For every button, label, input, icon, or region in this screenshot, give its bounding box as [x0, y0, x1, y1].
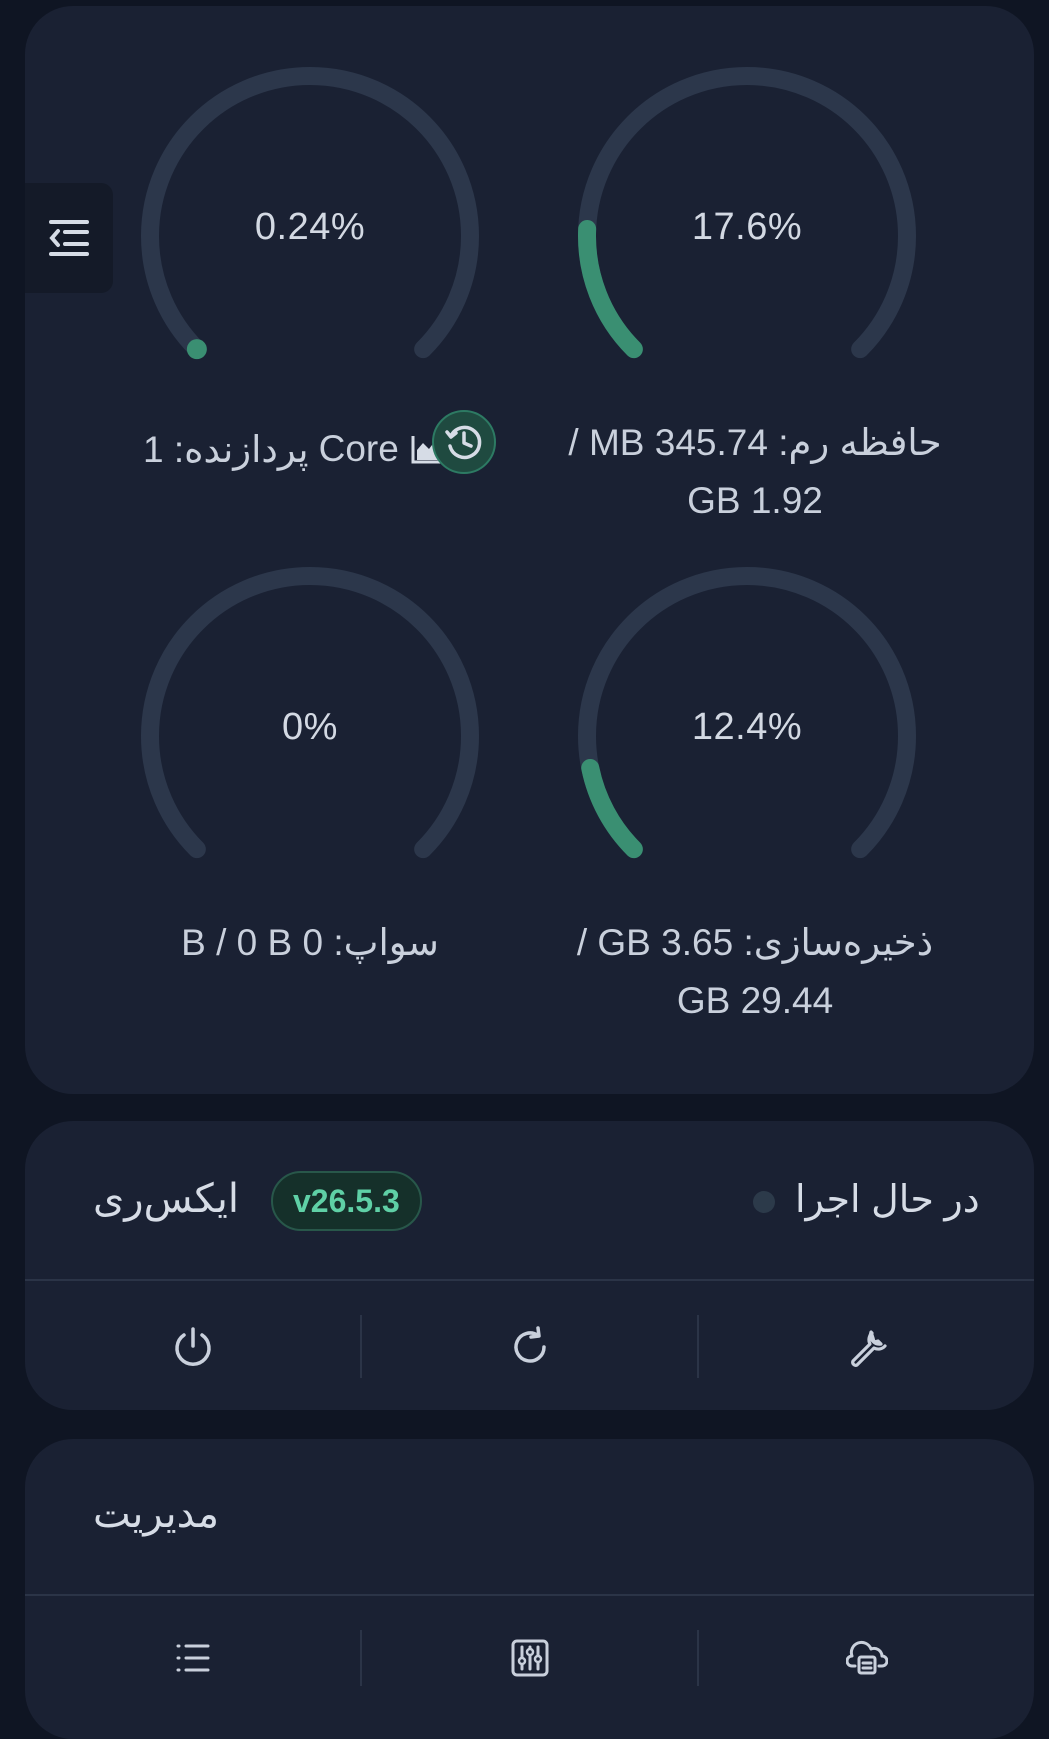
config-button[interactable]	[362, 1598, 697, 1718]
system-stats-card: 0.24% 17.6% پردازنده: 1 Core حافظه رم: 3…	[25, 6, 1034, 1094]
history-icon	[445, 425, 482, 460]
settings-button[interactable]	[699, 1283, 1034, 1410]
cpu-core-text: Core	[318, 428, 399, 469]
management-title: مدیریت	[93, 1492, 220, 1536]
sidebar-toggle-button[interactable]	[25, 183, 113, 293]
backup-button[interactable]	[699, 1598, 1034, 1718]
xray-card: ایکس‌ری v26.5.3 در حال اجرا	[25, 1121, 1034, 1410]
xray-title: ایکس‌ری	[93, 1177, 239, 1221]
storage-percent: 12.4%	[691, 706, 803, 748]
sliders-icon	[511, 1639, 548, 1677]
swap-percent: 0%	[282, 706, 338, 748]
swap-info: سواپ: 0 B / 0 B	[125, 914, 495, 972]
logs-button[interactable]	[25, 1598, 360, 1718]
status-text: در حال اجرا	[795, 1179, 980, 1221]
status-indicator	[753, 1191, 775, 1213]
list-icon	[176, 1644, 209, 1672]
management-card: مدیریت	[25, 1439, 1034, 1739]
backup-icon	[845, 1640, 888, 1675]
storage-gauge: 12.4%	[567, 556, 927, 916]
cpu-gauge: 0.24%	[130, 56, 490, 416]
swap-label-line1: سواپ: 0 B / 0 B	[181, 922, 439, 963]
swap-gauge: 0%	[130, 556, 490, 916]
storage-label-line2: 29.44 GB	[676, 980, 834, 1021]
ram-gauge: 17.6%	[567, 56, 927, 416]
wrench-icon	[850, 1329, 887, 1367]
cpu-info: پردازنده: 1 Core	[143, 420, 447, 478]
cpu-history-button[interactable]	[432, 410, 496, 474]
restart-icon	[513, 1325, 546, 1363]
management-actions	[25, 1598, 1034, 1718]
gauge-fill	[581, 758, 643, 859]
power-icon	[174, 1326, 211, 1366]
storage-info: ذخیره‌سازی: 3.65 GB / 29.44 GB	[560, 914, 950, 1030]
cpu-percent: 0.24%	[254, 206, 366, 248]
ram-info: حافظه رم: 345.74 MB / 1.92 GB	[560, 414, 950, 530]
ram-label-line2: 1.92 GB	[687, 480, 823, 521]
management-header: مدیریت	[25, 1439, 1034, 1596]
cpu-label: پردازنده: 1	[143, 428, 309, 470]
gauge-fill	[186, 339, 207, 360]
menu-collapse-icon	[49, 220, 89, 256]
xray-header: ایکس‌ری v26.5.3 در حال اجرا	[25, 1121, 1034, 1281]
xray-actions	[25, 1283, 1034, 1410]
ram-label-line1: حافظه رم: 345.74 MB /	[568, 422, 942, 463]
version-badge: v26.5.3	[271, 1171, 422, 1231]
stop-button[interactable]	[25, 1283, 360, 1410]
ram-percent: 17.6%	[691, 206, 803, 248]
restart-button[interactable]	[362, 1283, 697, 1410]
storage-label-line1: ذخیره‌سازی: 3.65 GB /	[576, 922, 934, 963]
